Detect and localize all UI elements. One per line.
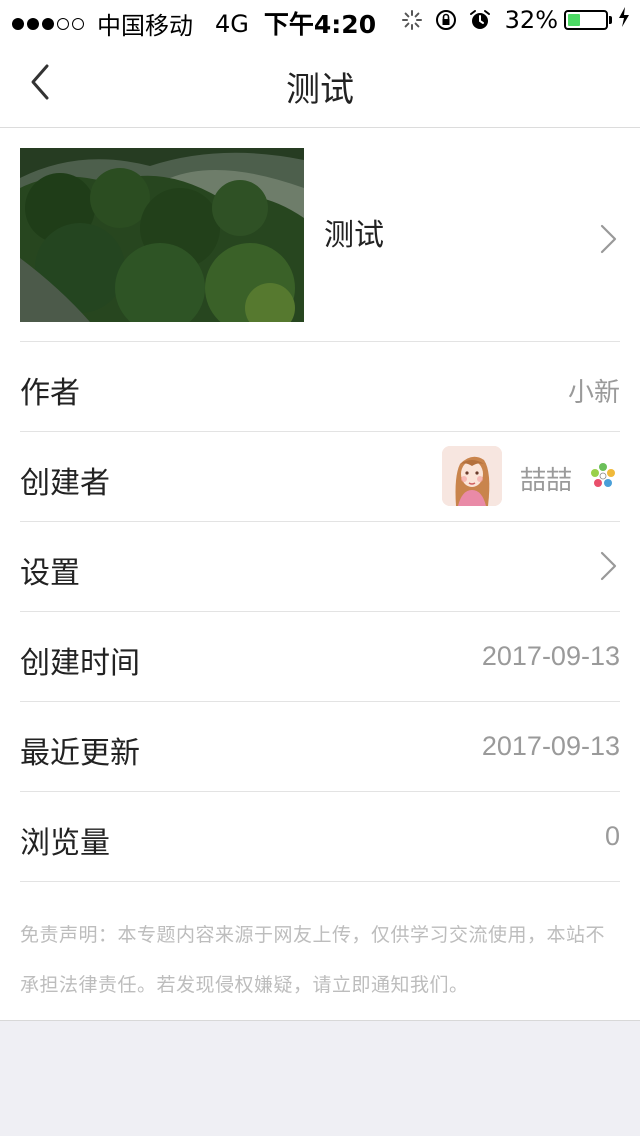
creator-row[interactable]: 创建者 喆喆 bbox=[20, 432, 620, 522]
battery-icon bbox=[564, 10, 608, 30]
avatar[interactable] bbox=[442, 446, 502, 506]
charging-bolt-icon bbox=[618, 6, 630, 34]
author-row: 作者 小新 bbox=[20, 342, 620, 432]
activity-spinner-icon bbox=[401, 9, 423, 31]
author-label: 作者 bbox=[20, 376, 80, 411]
page: 中国移动 4G 下午4:20 32% 测试 测试 作者 小新 创建者 喆喆 设置… bbox=[0, 0, 640, 1136]
alarm-icon bbox=[469, 9, 491, 31]
author-value: 小新 bbox=[567, 378, 620, 408]
battery-tip bbox=[609, 16, 612, 24]
creator-name: 喆喆 bbox=[519, 466, 572, 496]
created-time-label: 创建时间 bbox=[20, 646, 140, 681]
settings-label: 设置 bbox=[20, 556, 80, 591]
battery-percent: 32% bbox=[504, 6, 558, 34]
disclaimer-text: 免责声明：本专题内容来源于网友上传，仅供学习交流使用，本站不承担法律责任。若发现… bbox=[20, 924, 606, 996]
cover-title: 测试 bbox=[324, 218, 384, 253]
creator-label: 创建者 bbox=[20, 466, 110, 501]
cover-image bbox=[20, 148, 304, 322]
rotation-lock-icon bbox=[435, 9, 457, 31]
views-value: 0 bbox=[604, 821, 620, 851]
created-time-row: 创建时间 2017-09-13 bbox=[20, 612, 620, 702]
updated-time-row: 最近更新 2017-09-13 bbox=[20, 702, 620, 792]
settings-row[interactable]: 设置 bbox=[20, 522, 620, 612]
status-bar: 中国移动 4G 下午4:20 32% bbox=[0, 0, 640, 40]
cover-row[interactable]: 测试 bbox=[20, 148, 620, 342]
views-row: 浏览量 0 bbox=[20, 792, 620, 882]
created-time-value: 2017-09-13 bbox=[481, 641, 620, 671]
updated-time-value: 2017-09-13 bbox=[481, 731, 620, 761]
chevron-right-icon bbox=[600, 551, 617, 581]
detail-card: 测试 作者 小新 创建者 喆喆 设置 创建时间 2017-09-13 最近更新 … bbox=[0, 128, 640, 1021]
flower-badge-icon bbox=[591, 463, 615, 487]
navigation-bar: 测试 bbox=[0, 40, 640, 128]
battery-level bbox=[568, 14, 580, 26]
updated-time-label: 最近更新 bbox=[20, 736, 140, 771]
page-title: 测试 bbox=[286, 70, 354, 110]
status-right: 32% bbox=[389, 6, 630, 34]
views-label: 浏览量 bbox=[20, 826, 110, 861]
chevron-right-icon bbox=[600, 224, 617, 254]
